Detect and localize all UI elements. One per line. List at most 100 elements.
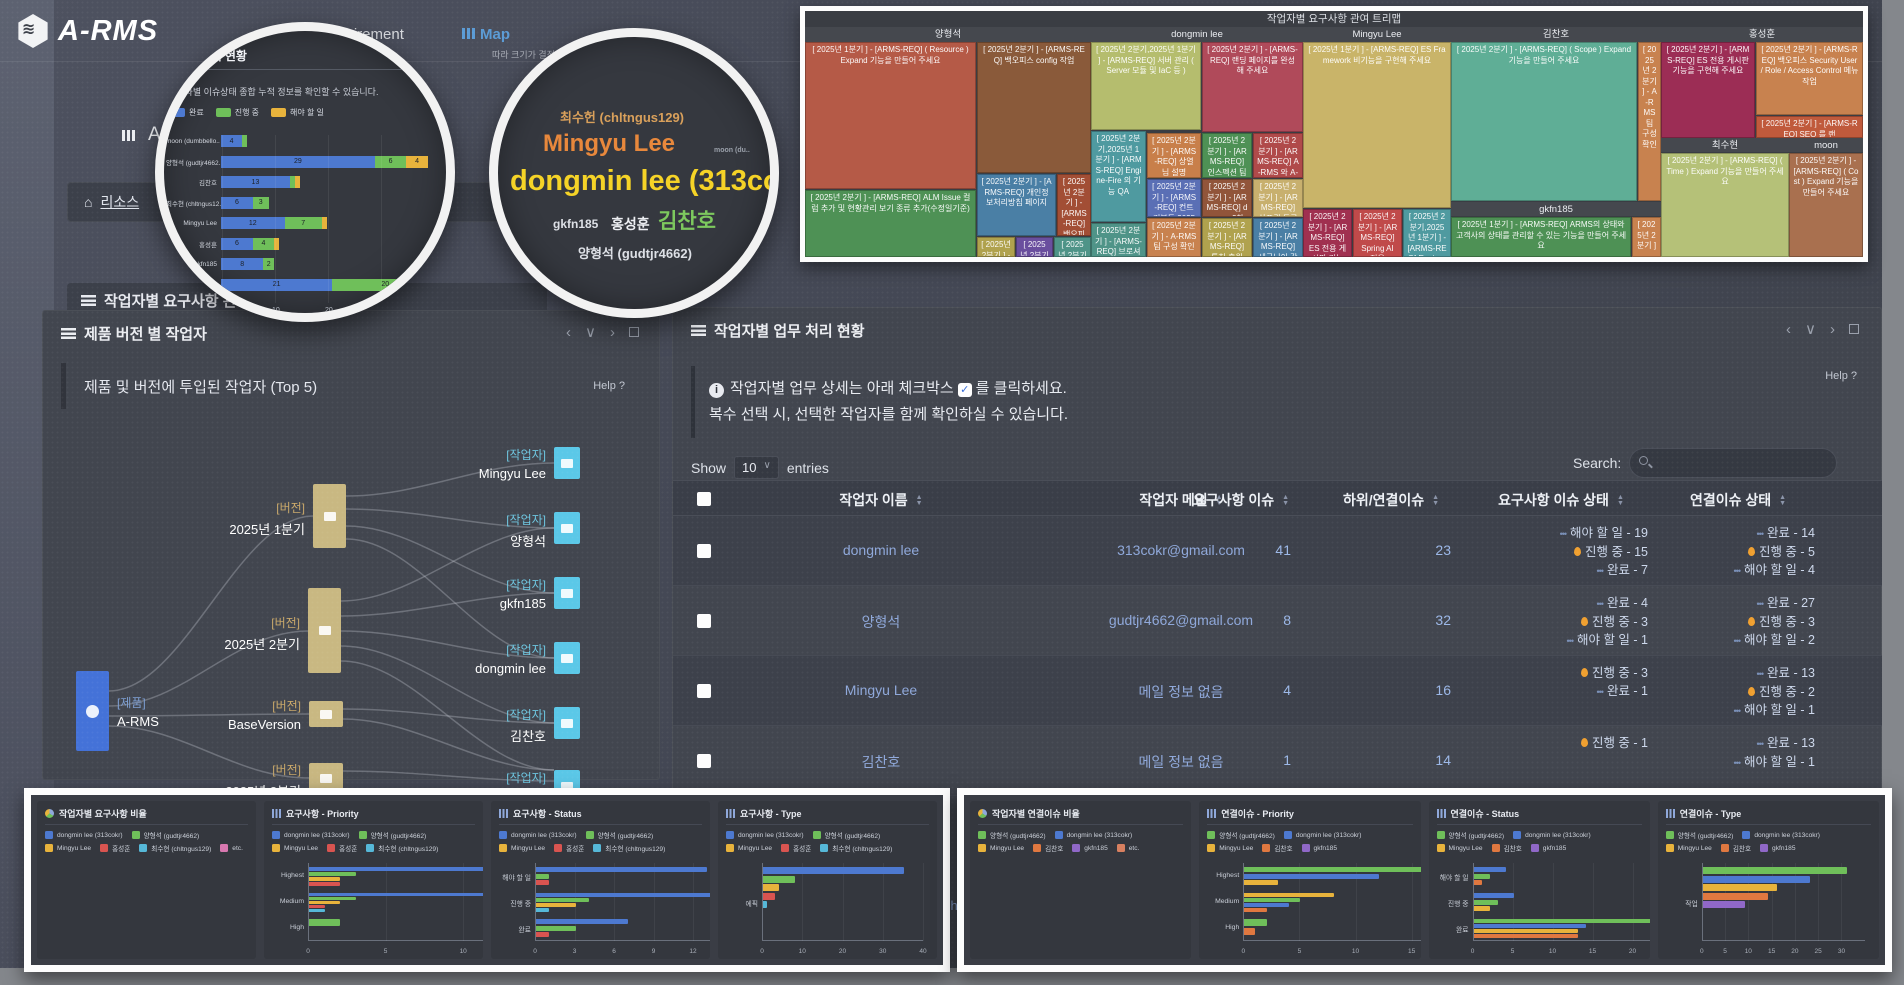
treemap-cell[interactable]: [ 2025년 2분기 ] - [ARMS-REQ] 상열님 설명	[1147, 133, 1201, 178]
legend-item[interactable]: 양형석 (gudtjr4662)	[1207, 830, 1275, 840]
treemap-cell[interactable]: [ 2025년 2분기 ] - [ARMS-REQ] A-RMS 와 A-DOC…	[1253, 133, 1303, 178]
treemap-cell[interactable]: [ 2025년 2분기 ] - [ARMS-REQ] Spring AI 적용	[1353, 209, 1402, 257]
treemap-cell[interactable]: [ 2025년 2분기 ] - [ARMS-REQ] 데이	[1054, 237, 1091, 257]
legend-item[interactable]: dongmin lee (313cokr)	[1742, 830, 1820, 840]
legend-item[interactable]: dongmin lee (313cokr)	[726, 830, 804, 840]
legend-item[interactable]: dongmin lee (313cokr)	[45, 830, 123, 840]
wordcloud-word[interactable]: 최수헌 (chltngus129)	[560, 107, 684, 126]
search-input[interactable]	[1660, 449, 1830, 477]
treemap-cell[interactable]: [ 2025년 2분기 ] - [ARMS-REQ] 세근님이 갖 프로젝트뷰	[1253, 218, 1303, 257]
treemap-cell[interactable]: [ 2025년 2분기 ] - [ARMS-REQ] ( Scope ) Exp…	[1451, 42, 1637, 201]
legend-item[interactable]: 해야 할 일	[271, 107, 324, 118]
legend-item[interactable]: dongmin lee (313cokr)	[1513, 830, 1591, 840]
treemap-cell[interactable]: [ 2025년 2분기 ] - [ARMS-REQ] 인스펙션 팀장님들께 시	[1202, 133, 1252, 178]
legend-item[interactable]: gkfn185	[1760, 843, 1795, 853]
legend-item[interactable]: 최수현 (chltngus129)	[820, 843, 892, 853]
treemap-cell[interactable]: [ 2025년 2분기,2025년 1분기 ] - [ARMS-REQ] Eng…	[1091, 131, 1146, 222]
legend-item[interactable]: dongmin lee (313cokr)	[1055, 830, 1133, 840]
sort-icon[interactable]: ▲▼	[1779, 495, 1786, 507]
network-node-worker[interactable]	[554, 577, 580, 609]
worker-name-cell[interactable]: Mingyu Lee	[771, 682, 991, 698]
sort-icon[interactable]: ▲▼	[916, 495, 923, 507]
wordcloud-word[interactable]: 홍성훈	[611, 214, 650, 234]
page-size-select[interactable]: 10∨	[734, 456, 779, 479]
network-node-version[interactable]	[308, 588, 341, 673]
fullscreen-button[interactable]	[1849, 324, 1859, 334]
legend-item[interactable]: 홍성훈	[327, 843, 357, 853]
network-node-worker[interactable]	[554, 447, 580, 479]
legend-item[interactable]: Mingyu Lee	[1437, 843, 1483, 853]
treemap-cell[interactable]: [ 2025년 2분기,2025년 1분기 ] - [ARMS-REQ] Eng…	[1403, 209, 1451, 257]
legend-item[interactable]: Mingyu Lee	[1666, 843, 1712, 853]
legend-item[interactable]: gkfn185	[1072, 843, 1107, 853]
treemap-cell[interactable]: [ 2025년 2분기 ] - [ARMS-REQ] 랜딩 페이지를 완성 해 …	[1202, 42, 1303, 132]
treemap-cell[interactable]: [ 2025년 2분기 ] - [ARMS-REQ] 백오피스 System 작	[1057, 174, 1091, 236]
legend-item[interactable]: dongmin lee (313cokr)	[272, 830, 350, 840]
legend-item[interactable]: gkfn185	[1302, 843, 1337, 853]
wordcloud-word[interactable]: moon (du..	[714, 147, 750, 154]
legend-item[interactable]: etc.	[220, 843, 243, 853]
worker-name-cell[interactable]: dongmin lee	[771, 542, 991, 558]
legend-item[interactable]: gkfn185	[1531, 843, 1566, 853]
legend-item[interactable]: 최수현 (chltngus129)	[139, 843, 211, 853]
legend-item[interactable]: Mingyu Lee	[978, 843, 1024, 853]
treemap-cell[interactable]: [ 2025년 2분기 ] - [ARMS-REQ] ( Time ) Expa…	[1661, 153, 1789, 257]
treemap-cell[interactable]: [ 2025년 2분기 ] - [ARMS-REQ] ALM Issue 컬럼 …	[805, 190, 976, 257]
legend-item[interactable]: 양형석 (gudtjr4662)	[978, 830, 1046, 840]
legend-item[interactable]: 양형석 (gudtjr4662)	[1437, 830, 1505, 840]
treemap-cell[interactable]: [ 2025년 2분기 ] - A-RMS 팀 구성 확인	[1638, 42, 1661, 201]
worker-name-cell[interactable]: 양형석	[771, 612, 991, 632]
legend-item[interactable]: 완료	[170, 107, 204, 118]
treemap-cell[interactable]: [ 2025년 2분기 ] - [ARMS-REQ] 컨트리뷰톤 2025 Op…	[1147, 179, 1201, 217]
legend-item[interactable]: 진행 중	[216, 107, 259, 118]
legend-item[interactable]: 김찬호	[1262, 843, 1292, 853]
collapse-button[interactable]: ∨	[1805, 320, 1816, 338]
network-node-version[interactable]	[309, 701, 343, 727]
sort-icon[interactable]: ▲▼	[1617, 495, 1624, 507]
treemap-cell[interactable]: [ 2025년 2분기 ] - [ARMS-REQ] 개발 문서 작성	[1016, 237, 1053, 257]
legend-item[interactable]: 김찬호	[1033, 843, 1063, 853]
network-node-worker[interactable]	[554, 642, 580, 674]
legend-item[interactable]: 김찬호	[1492, 843, 1522, 853]
treemap-cell[interactable]: [ 2025년 2분기 ] - [ARMS-REQ] SEO 를 랜	[1756, 116, 1863, 138]
row-checkbox[interactable]	[697, 544, 711, 558]
treemap-cell[interactable]: [ 2025년 2분기 ] - [ARMS-REQ] 브로셔 작성	[1091, 223, 1146, 257]
treemap-cell[interactable]: [ 2025년 2분기 ] - A-RMS 팀 구성 확인	[1147, 218, 1201, 257]
wordcloud-word[interactable]: Mingyu Lee	[543, 130, 675, 158]
treemap-cell[interactable]: [ 2025년 2분기 ] - [ARMS-REQ] ES 전용 게시판 기능	[1303, 209, 1352, 257]
treemap-cell[interactable]: [ 2025년 2분기 ] - [ARMS-REQ] 개인정보처리방침 페이지	[977, 174, 1056, 236]
treemap-cell[interactable]: [ 2025년 1분기 ] - [ARMS-REQ] ARMS의 상태와 고객사…	[1451, 217, 1631, 257]
row-checkbox[interactable]	[697, 684, 711, 698]
treemap-cell[interactable]: [ 2025년 2분기 ] - [ARMS-REQ] 백오피스 Security…	[1756, 42, 1863, 115]
legend-item[interactable]: 최수현 (chltngus129)	[593, 843, 665, 853]
legend-item[interactable]: etc.	[1117, 843, 1140, 853]
treemap-cell[interactable]: [ 2025년 2분기 ] - [ARMS-REQ] 특허 출원	[1202, 218, 1252, 257]
legend-item[interactable]: 양형석 (gudtjr4662)	[1666, 830, 1734, 840]
legend-item[interactable]: 홍성훈	[100, 843, 130, 853]
table-row[interactable]: dongmin lee313cokr@gmail.com4123•••해야 할 …	[673, 516, 1882, 586]
row-checkbox[interactable]	[697, 614, 711, 628]
app-logo[interactable]: A-RMS	[16, 14, 158, 48]
column-header[interactable]: 작업자 이름▲▼	[771, 490, 991, 510]
legend-item[interactable]: 김찬호	[1721, 843, 1751, 853]
wordcloud-word[interactable]: gkfn185	[553, 217, 598, 231]
network-node-product[interactable]	[76, 671, 109, 751]
table-row[interactable]: 김찬호메일 정보 없음114진행 중 - 1•••완료 - 13•••해야 할 …	[673, 726, 1882, 796]
network-node-version[interactable]	[313, 484, 346, 548]
legend-item[interactable]: Mingyu Lee	[1207, 843, 1253, 853]
legend-item[interactable]: Mingyu Lee	[45, 843, 91, 853]
legend-item[interactable]: Mingyu Lee	[499, 843, 545, 853]
legend-item[interactable]: 양형석 (gudtjr4662)	[586, 830, 654, 840]
legend-item[interactable]: dongmin lee (313cokr)	[1284, 830, 1362, 840]
treemap-cell[interactable]: [ 2025년 2분기 ] - [ARMS-REQ] ES 전용 게시판 기능을…	[1661, 42, 1755, 138]
treemap-cell[interactable]: [ 2025년 2분기 ] - [ARMS-REQ] ( Cost ) Expa…	[1789, 153, 1863, 257]
treemap-cell[interactable]: [ 2025년 2분기 ] - [ARMS-REQ] 백오피스 config 작…	[977, 42, 1091, 173]
column-header[interactable]: 연결이슈 상태▲▼	[1628, 490, 1848, 510]
row-checkbox[interactable]	[697, 754, 711, 768]
legend-item[interactable]: 양형석 (gudtjr4662)	[813, 830, 881, 840]
table-row[interactable]: 양형석gudtjr4662@gmail.com832•••완료 - 4진행 중 …	[673, 586, 1882, 656]
next-button[interactable]: ›	[1830, 321, 1835, 338]
treemap-cell[interactable]: [ 2025년 2분기 ] -	[1632, 217, 1661, 257]
legend-item[interactable]: 최수현 (chltngus129)	[366, 843, 438, 853]
search-box[interactable]	[1629, 448, 1837, 478]
